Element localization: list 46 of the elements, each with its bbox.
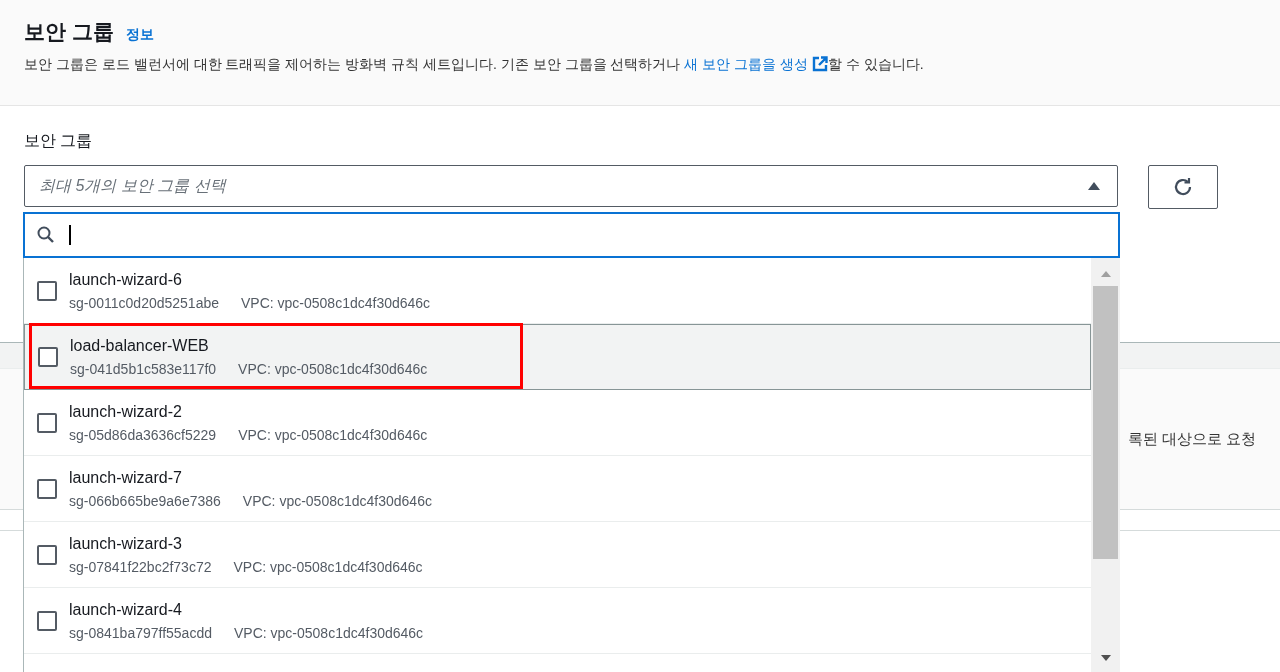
group-name: launch-wizard-2 <box>69 402 183 421</box>
text-cursor <box>69 225 71 245</box>
security-group-option[interactable]: launch-wizard-2 sg-05d86da3636cf5229 VPC: vpc-0508c1dc4f30d646c <box>24 390 1091 456</box>
group-name: load-balancer-WEB <box>70 337 210 355</box>
scrollbar[interactable] <box>1091 258 1120 672</box>
scroll-up-icon <box>1099 270 1112 278</box>
security-group-option[interactable]: load-balancer-WEB sg-041d5b1c583e117f0 VPC: vpc-0508c1dc4f30d646c <box>24 324 1091 390</box>
vpc-id: VPC: vpc-0508c1dc4f30d646c <box>242 492 432 509</box>
security-group-option[interactable]: launch-wizard-4 sg-0841ba797ff55acdd VPC: vpc-0508c1dc4f30d646c <box>24 588 1091 654</box>
security-group-option[interactable]: launch-wizard-3 sg-07841f22bc2f73c72 VPC: vpc-0508c1dc4f30d646c <box>24 522 1091 588</box>
checkbox[interactable] <box>38 347 58 367</box>
group-name: launch-wizard-3 <box>69 534 183 553</box>
vpc-id: VPC: vpc-0508c1dc4f30d646c <box>238 361 428 377</box>
section-description: 보안 그룹은 로드 밸런서에 대한 트래픽을 제어하는 방화벽 규칙 세트입니다. 기존 보안 그룹을 선택하거나 새 보안 그룹을 생성 할 수 있습니다. <box>24 56 925 74</box>
security-group-select[interactable]: 최대 5개의 보안 그룹 선택 <box>24 165 1118 207</box>
caret-icon <box>1087 181 1101 191</box>
external-link-icon <box>811 56 828 72</box>
checkbox[interactable] <box>37 478 57 499</box>
vpc-id: VPC: vpc-0508c1dc4f30d646c <box>233 558 423 575</box>
security-group-option[interactable]: launch-wizard-7 sg-066b665be9a6e7386 VPC: vpc-0508c1dc4f30d646c <box>24 456 1091 522</box>
search-field[interactable] <box>23 212 1120 258</box>
group-id: sg-0841ba797ff55acdd <box>69 624 212 641</box>
group-id: sg-07841f22bc2f73c72 <box>69 558 212 575</box>
create-security-group-link[interactable]: 새 보안 그룹을 생성 <box>684 56 828 72</box>
section-title: 보안 그룹 <box>24 19 114 45</box>
group-id: sg-05d86da3636cf5229 <box>69 426 217 443</box>
vpc-id: VPC: vpc-0508c1dc4f30d646c <box>234 624 424 641</box>
scrollbar-thumb[interactable] <box>1093 286 1118 559</box>
refresh-button[interactable] <box>1148 165 1218 209</box>
search-icon <box>36 225 56 245</box>
group-id: sg-066b665be9a6e7386 <box>69 492 221 509</box>
group-name: launch-wizard-4 <box>69 600 183 619</box>
checkbox[interactable] <box>37 544 57 565</box>
description-text: 록된 대상으로 요청 <box>1128 429 1257 449</box>
checkbox[interactable] <box>37 610 57 631</box>
group-id: sg-041d5b1c583e117f0 <box>70 361 217 377</box>
vpc-id: VPC: vpc-0508c1dc4f30d646c <box>241 294 431 311</box>
info-link[interactable]: 정보 <box>125 26 154 44</box>
group-name: launch-wizard-6 <box>69 270 183 289</box>
field-label: 보안 그룹 <box>24 131 94 151</box>
vpc-id: VPC: vpc-0508c1dc4f30d646c <box>238 426 428 443</box>
scroll-down-icon <box>1099 654 1112 662</box>
checkbox[interactable] <box>37 280 57 301</box>
checkbox[interactable] <box>37 412 57 433</box>
group-id: sg-0011c0d20d5251abe <box>69 294 219 311</box>
group-name: launch-wizard-7 <box>69 468 183 487</box>
